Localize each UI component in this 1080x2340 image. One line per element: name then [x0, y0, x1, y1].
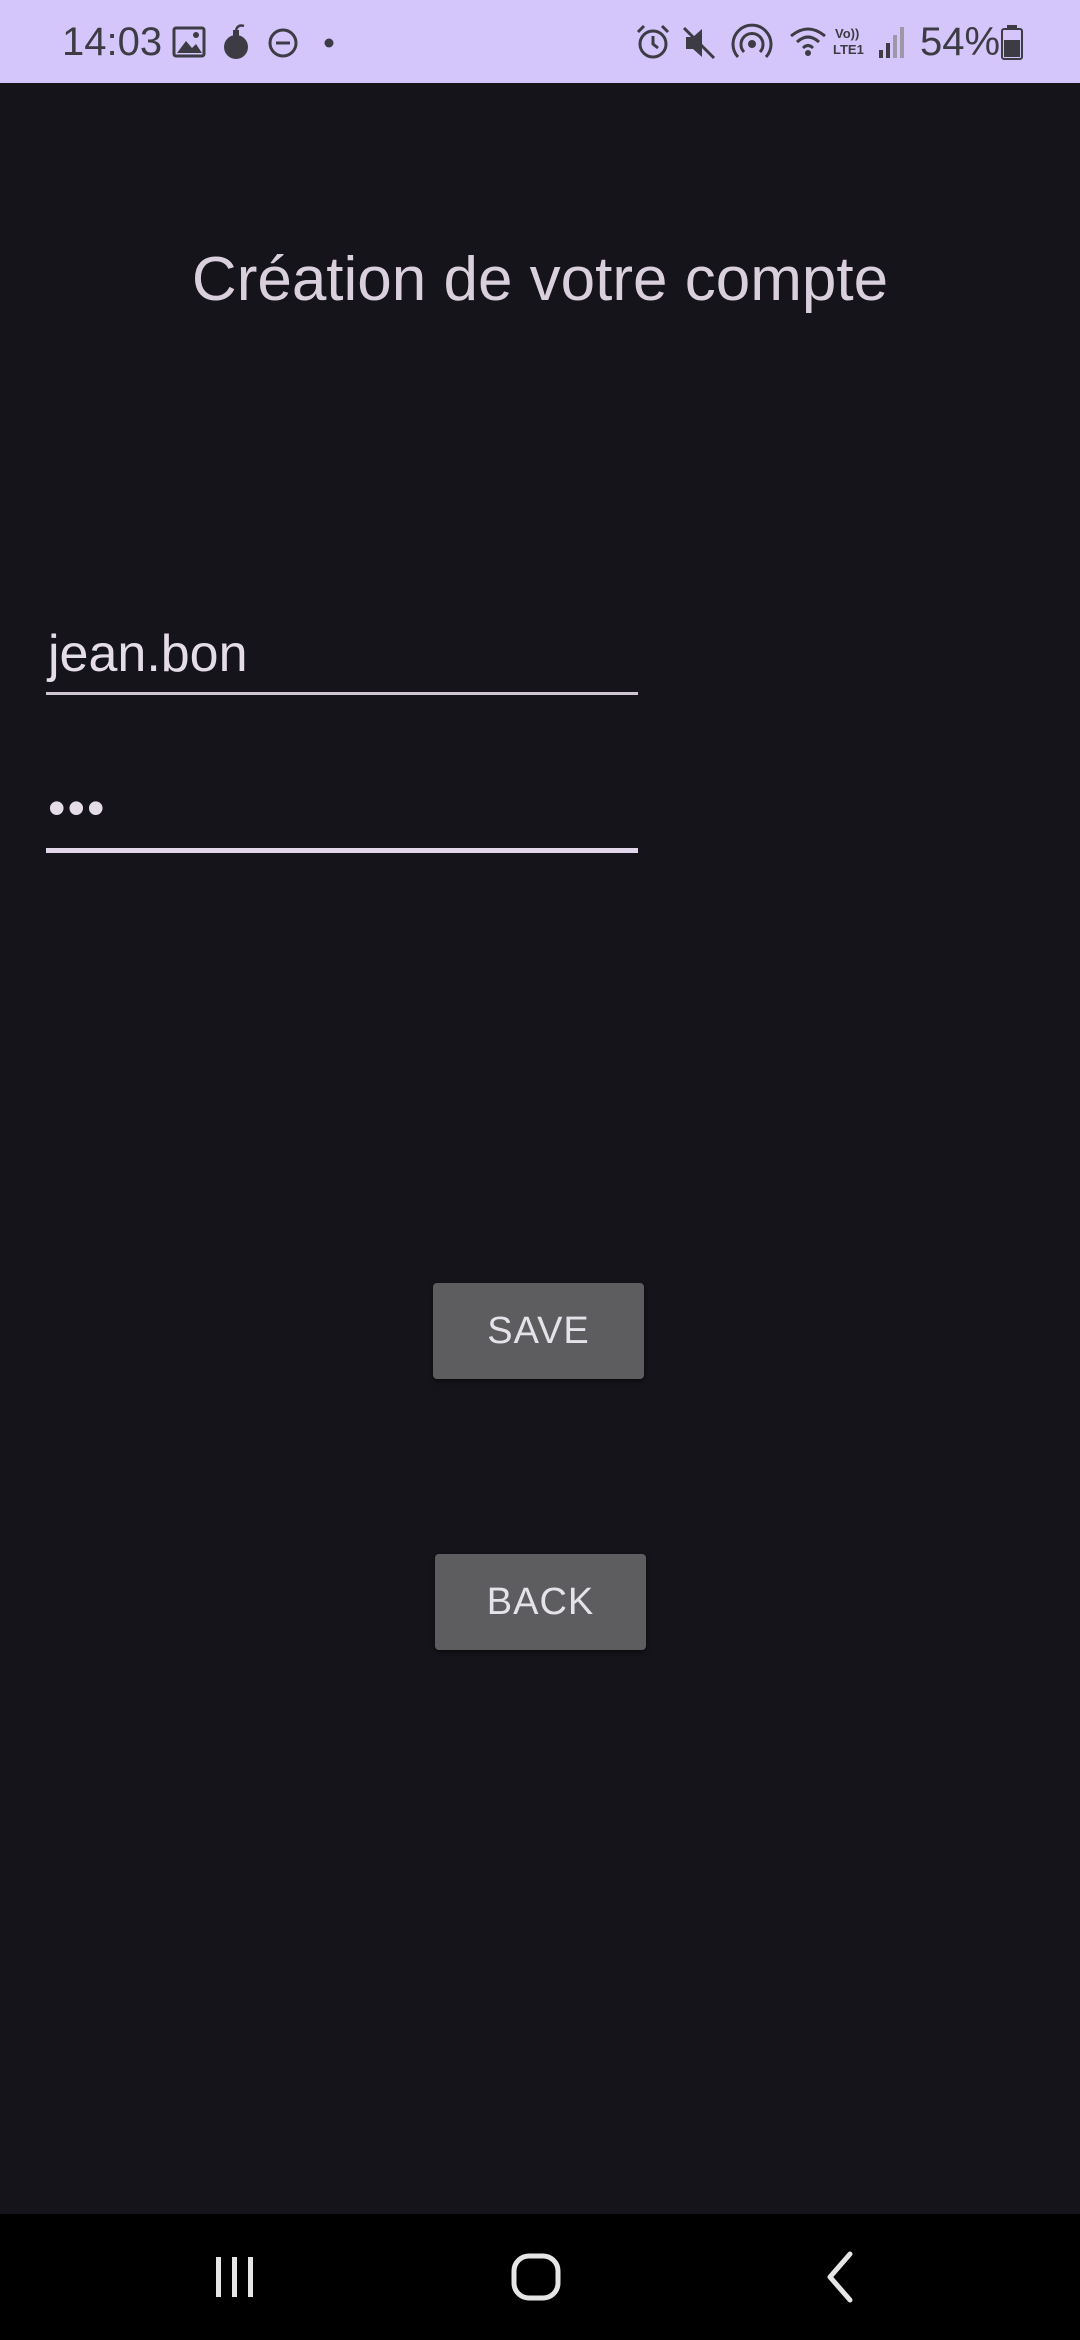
battery-percent: 54% — [920, 20, 1001, 64]
dot-icon — [324, 38, 334, 48]
page-title: Création de votre compte — [191, 245, 889, 314]
svg-text:LTE1: LTE1 — [833, 42, 864, 57]
volte-lte-icon: Vo)) LTE1 — [833, 26, 864, 57]
username-input-value[interactable]: jean.bon — [46, 622, 638, 690]
gallery-icon — [172, 26, 206, 58]
mute-icon — [682, 26, 716, 60]
alarm-icon — [636, 24, 670, 59]
navigation-bar — [0, 2214, 1080, 2340]
do-not-disturb-icon — [268, 28, 298, 58]
username-underline — [46, 692, 638, 695]
password-input-value[interactable]: ••• — [46, 776, 638, 844]
username-field[interactable]: jean.bon — [46, 622, 638, 695]
status-time: 14:03 — [62, 20, 163, 64]
bomb-icon — [224, 24, 248, 59]
signal-icon — [879, 27, 904, 58]
recent-apps-icon[interactable] — [200, 2242, 270, 2312]
status-bar: 14:03 Vo)) LTE1 54% — [0, 0, 1080, 83]
home-icon[interactable] — [502, 2242, 572, 2312]
wifi-icon — [790, 27, 826, 56]
screen: 14:03 Vo)) LTE1 54% Création de votre co… — [0, 0, 1080, 2340]
save-button[interactable]: SAVE — [433, 1283, 644, 1379]
svg-text:Vo)): Vo)) — [835, 26, 859, 41]
back-button[interactable]: BACK — [435, 1554, 646, 1650]
back-nav-icon[interactable] — [806, 2242, 876, 2312]
hotspot-icon — [731, 23, 773, 59]
password-field[interactable]: ••• — [46, 776, 638, 853]
password-underline — [46, 848, 638, 853]
battery-icon — [1001, 25, 1023, 60]
